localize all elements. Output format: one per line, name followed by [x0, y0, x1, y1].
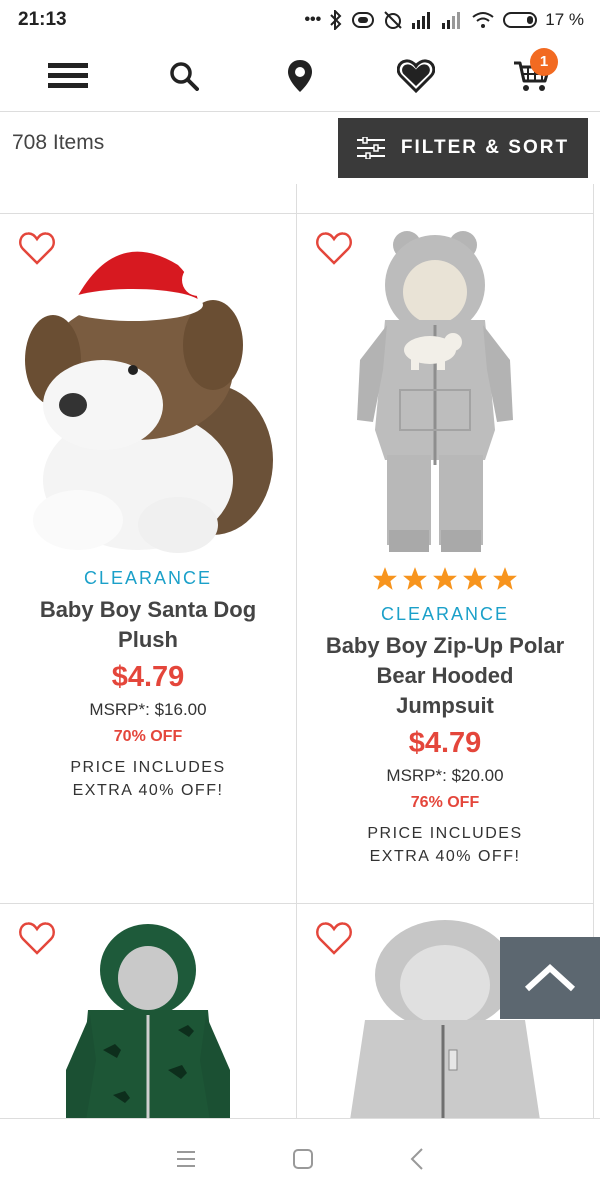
product-msrp: MSRP*: $20.00: [386, 766, 504, 785]
filter-icon: [356, 137, 385, 159]
bluetooth-icon: [330, 10, 342, 30]
discount-percent: 76% OFF: [410, 794, 480, 811]
wishlist-heart-icon[interactable]: [315, 920, 353, 956]
circle-status-icon: [352, 12, 375, 28]
product-image[interactable]: [315, 230, 575, 560]
results-toolbar: 708 Items FILTER & SORT: [0, 112, 600, 184]
menu-icon: [48, 62, 88, 88]
wishlist-heart-icon[interactable]: [315, 230, 353, 266]
santa-dog-plush-image: [25, 251, 273, 553]
product-name[interactable]: Baby Boy Santa Dog Plush: [33, 595, 263, 655]
grid-top-row: [0, 184, 594, 214]
home-button[interactable]: [292, 1148, 314, 1170]
chevron-up-icon: [524, 963, 576, 992]
rating-stars: [297, 566, 593, 596]
extra-discount-note: PRICE INCLUDES EXTRA 40% OFF!: [70, 759, 226, 799]
store-locator-button[interactable]: [270, 46, 330, 106]
grid-top-cell: [297, 184, 594, 213]
product-card[interactable]: CLEARANCE Baby Boy Zip-Up Polar Bear Hoo…: [297, 214, 594, 904]
signal-icon: [412, 12, 431, 29]
product-image[interactable]: [18, 920, 278, 1119]
wifi-icon: [472, 12, 494, 28]
star-icon: [463, 567, 487, 590]
back-button[interactable]: [409, 1147, 425, 1171]
cart-count-badge: 1: [530, 47, 558, 76]
menu-lines-icon: [177, 1150, 195, 1167]
product-image[interactable]: [18, 230, 278, 560]
star-icon: [493, 567, 517, 590]
scroll-to-top-button[interactable]: [500, 937, 600, 1019]
cart-button[interactable]: 1: [502, 46, 562, 106]
top-nav: 1: [0, 40, 600, 112]
status-icons: ••• 17 %: [304, 10, 584, 30]
system-nav-bar: [0, 1118, 600, 1198]
battery-icon: [503, 12, 538, 28]
dino-hoodie-image: [66, 924, 230, 1119]
polar-bear-jumpsuit-image: [357, 231, 513, 552]
recent-apps-button[interactable]: [175, 1149, 197, 1169]
search-icon: [170, 61, 199, 91]
wishlist-button[interactable]: [386, 46, 446, 106]
search-button[interactable]: [154, 46, 214, 106]
location-icon: [288, 59, 312, 92]
product-msrp: MSRP*: $16.00: [89, 700, 207, 719]
heart-icon: [397, 58, 435, 93]
menu-button[interactable]: [38, 46, 98, 106]
clearance-badge: CLEARANCE: [380, 604, 510, 624]
signal-2-icon: [442, 12, 461, 29]
status-time: 21:13: [18, 9, 67, 30]
grid-top-cell: [0, 184, 297, 213]
star-icon: [403, 567, 427, 590]
product-price: $4.79: [408, 727, 482, 759]
clearance-badge: CLEARANCE: [83, 568, 213, 588]
alarm-off-icon: [384, 11, 402, 29]
product-price: $4.79: [111, 661, 185, 693]
star-icon: [373, 567, 397, 590]
home-square-icon: [293, 1148, 313, 1169]
battery-level: 17 %: [545, 10, 584, 29]
back-chevron-icon: [410, 1147, 423, 1170]
product-card[interactable]: CLEARANCE Baby Boy Santa Dog Plush $4.79…: [0, 214, 297, 904]
items-count: 708 Items: [12, 131, 105, 154]
product-name[interactable]: Baby Boy Zip-Up Polar Bear Hooded Jumpsu…: [325, 631, 565, 721]
status-bar: 21:13 ••• 17 %: [0, 0, 600, 40]
discount-percent: 70% OFF: [113, 728, 183, 745]
wishlist-heart-icon[interactable]: [18, 230, 56, 266]
wishlist-heart-icon[interactable]: [18, 920, 56, 956]
star-icon: [433, 567, 457, 590]
extra-discount-note: PRICE INCLUDES EXTRA 40% OFF!: [367, 825, 523, 865]
more-dots-icon: •••: [304, 11, 322, 28]
filter-sort-label: FILTER & SORT: [400, 137, 570, 158]
filter-sort-button[interactable]: FILTER & SORT: [338, 118, 588, 178]
product-card[interactable]: [0, 904, 297, 1119]
